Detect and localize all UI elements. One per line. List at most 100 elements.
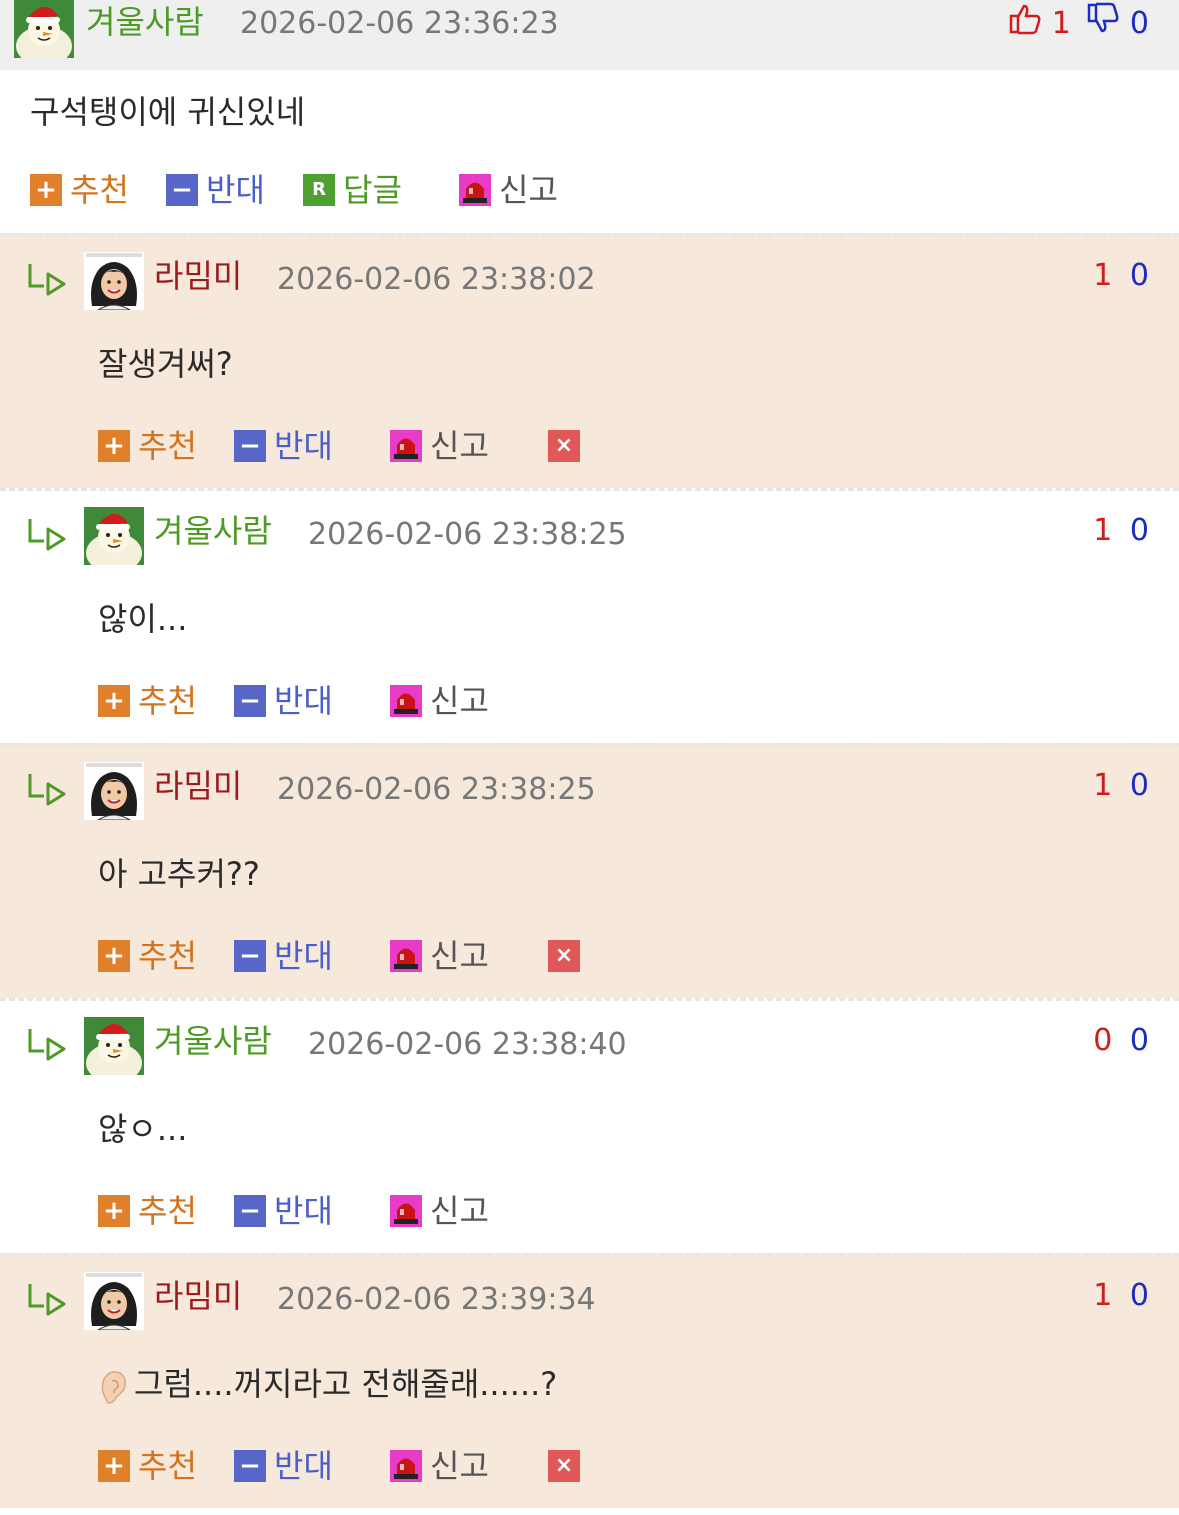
minus-icon: −	[234, 685, 266, 717]
downvote-count: 0	[1129, 1278, 1149, 1313]
author-nickname[interactable]: 라밈미	[154, 766, 242, 806]
downvote-count: 0	[1129, 258, 1149, 293]
report-button[interactable]: 신고	[390, 681, 489, 721]
siren-icon	[390, 685, 422, 717]
comment-date: 2026-02-06 23:39:34	[277, 1282, 596, 1317]
plus-icon: +	[98, 940, 130, 972]
siren-icon	[390, 430, 422, 462]
comment-text: 않이...	[98, 600, 188, 638]
comment-text-content: 그럼....꺼지라고 전해줄래......?	[134, 1365, 558, 1403]
reply-comment: 라밈미 2026-02-06 23:39:34 1 0 그럼....꺼지라고 전…	[0, 1253, 1179, 1508]
reply-comment: 겨울사람 2026-02-06 23:38:25 1 0 않이... + 추천 …	[0, 488, 1179, 743]
comment-date: 2026-02-06 23:38:02	[277, 262, 596, 297]
author-nickname[interactable]: 겨울사람	[154, 1021, 272, 1061]
oppose-button[interactable]: − 반대	[234, 1191, 333, 1231]
delete-button[interactable]: ×	[548, 936, 588, 976]
upvote-count: 1	[1093, 513, 1113, 548]
delete-button[interactable]: ×	[548, 426, 588, 466]
author-nickname[interactable]: 라밈미	[154, 256, 242, 296]
recommend-label: 추천	[138, 1192, 197, 1230]
recommend-label: 추천	[70, 171, 129, 209]
recommend-button[interactable]: + 추천	[98, 1191, 197, 1231]
upvote-count: 1	[1093, 768, 1113, 803]
recommend-label: 추천	[138, 682, 197, 720]
reply-comment: 라밈미 2026-02-06 23:38:25 1 0 아 고추커?? + 추천…	[0, 743, 1179, 998]
recommend-label: 추천	[138, 427, 197, 465]
recommend-button[interactable]: + 추천	[98, 1446, 197, 1486]
girl-avatar[interactable]	[84, 1272, 144, 1330]
vote-counts: 0 0	[1093, 1021, 1149, 1061]
recommend-button[interactable]: + 추천	[98, 426, 197, 466]
oppose-label: 반대	[206, 171, 265, 209]
oppose-button[interactable]: − 반대	[234, 936, 333, 976]
plus-icon: +	[30, 174, 62, 206]
upvote-count: 0	[1093, 1023, 1113, 1058]
vote-counts: 1 0	[1093, 766, 1149, 806]
siren-icon	[459, 174, 491, 206]
reply-comment: 라밈미 2026-02-06 23:38:02 1 0 잘생겨써? + 추천 −…	[0, 233, 1179, 488]
report-button[interactable]: 신고	[459, 170, 558, 210]
comment-text: 잘생겨써?	[98, 345, 233, 383]
report-label: 신고	[430, 427, 489, 465]
comment-date: 2026-02-06 23:36:23	[240, 6, 559, 41]
comment-text: 않ㅇ...	[98, 1110, 188, 1148]
reply-button[interactable]: R 답글	[303, 170, 402, 210]
snowman-avatar[interactable]	[84, 507, 144, 565]
close-icon: ×	[548, 1450, 580, 1482]
snowman-avatar[interactable]	[84, 1017, 144, 1075]
recommend-button[interactable]: + 추천	[98, 936, 197, 976]
ear-emoji-icon	[98, 1366, 128, 1406]
report-label: 신고	[430, 682, 489, 720]
report-button[interactable]: 신고	[390, 426, 489, 466]
reply-icon: R	[303, 174, 335, 206]
girl-avatar[interactable]	[84, 762, 144, 820]
oppose-label: 반대	[274, 1192, 333, 1230]
minus-icon: −	[234, 1195, 266, 1227]
oppose-button[interactable]: − 반대	[166, 170, 265, 210]
reply-arrow-icon	[28, 774, 66, 806]
comment-actions: + 추천 − 반대 신고	[98, 1191, 698, 1231]
report-button[interactable]: 신고	[390, 1446, 489, 1486]
upvote-count: 1	[1093, 1278, 1113, 1313]
vote-counts: 1 0	[1093, 511, 1149, 551]
recommend-button[interactable]: + 추천	[30, 170, 129, 210]
report-button[interactable]: 신고	[390, 936, 489, 976]
minus-icon: −	[234, 940, 266, 972]
comment-actions: + 추천 − 반대 신고 ×	[98, 426, 698, 466]
minus-icon: −	[166, 174, 198, 206]
thumbs-down-icon	[1086, 2, 1120, 47]
plus-icon: +	[98, 685, 130, 717]
siren-icon	[390, 940, 422, 972]
plus-icon: +	[98, 1450, 130, 1482]
report-label: 신고	[430, 1192, 489, 1230]
delete-button[interactable]: ×	[548, 1446, 588, 1486]
oppose-button[interactable]: − 반대	[234, 681, 333, 721]
comment-actions: + 추천 − 반대 신고 ×	[98, 936, 698, 976]
girl-avatar[interactable]	[84, 252, 144, 310]
oppose-button[interactable]: − 반대	[234, 426, 333, 466]
comment-date: 2026-02-06 23:38:25	[308, 517, 627, 552]
plus-icon: +	[98, 1195, 130, 1227]
snowman-avatar[interactable]	[14, 0, 74, 58]
downvote-count: 0	[1129, 1023, 1149, 1058]
author-nickname[interactable]: 라밈미	[154, 1276, 242, 1316]
author-nickname[interactable]: 겨울사람	[154, 511, 272, 551]
comment-actions: + 추천 − 반대 R 답글 신고	[30, 170, 630, 210]
upvote-count: 1	[1051, 6, 1071, 41]
report-button[interactable]: 신고	[390, 1191, 489, 1231]
reply-comment: 겨울사람 2026-02-06 23:38:40 0 0 않ㅇ... + 추천 …	[0, 998, 1179, 1253]
oppose-label: 반대	[274, 682, 333, 720]
reply-arrow-icon	[28, 1029, 66, 1061]
comment-text: 그럼....꺼지라고 전해줄래......?	[98, 1364, 557, 1406]
comment-date: 2026-02-06 23:38:25	[277, 772, 596, 807]
minus-icon: −	[234, 430, 266, 462]
upvote-count: 1	[1093, 258, 1113, 293]
reply-arrow-icon	[28, 264, 66, 296]
recommend-button[interactable]: + 추천	[98, 681, 197, 721]
downvote-count: 0	[1129, 6, 1149, 41]
recommend-label: 추천	[138, 937, 197, 975]
thumbs-up-icon	[1008, 2, 1042, 47]
author-nickname[interactable]: 겨울사람	[86, 2, 204, 42]
oppose-button[interactable]: − 반대	[234, 1446, 333, 1486]
siren-icon	[390, 1195, 422, 1227]
